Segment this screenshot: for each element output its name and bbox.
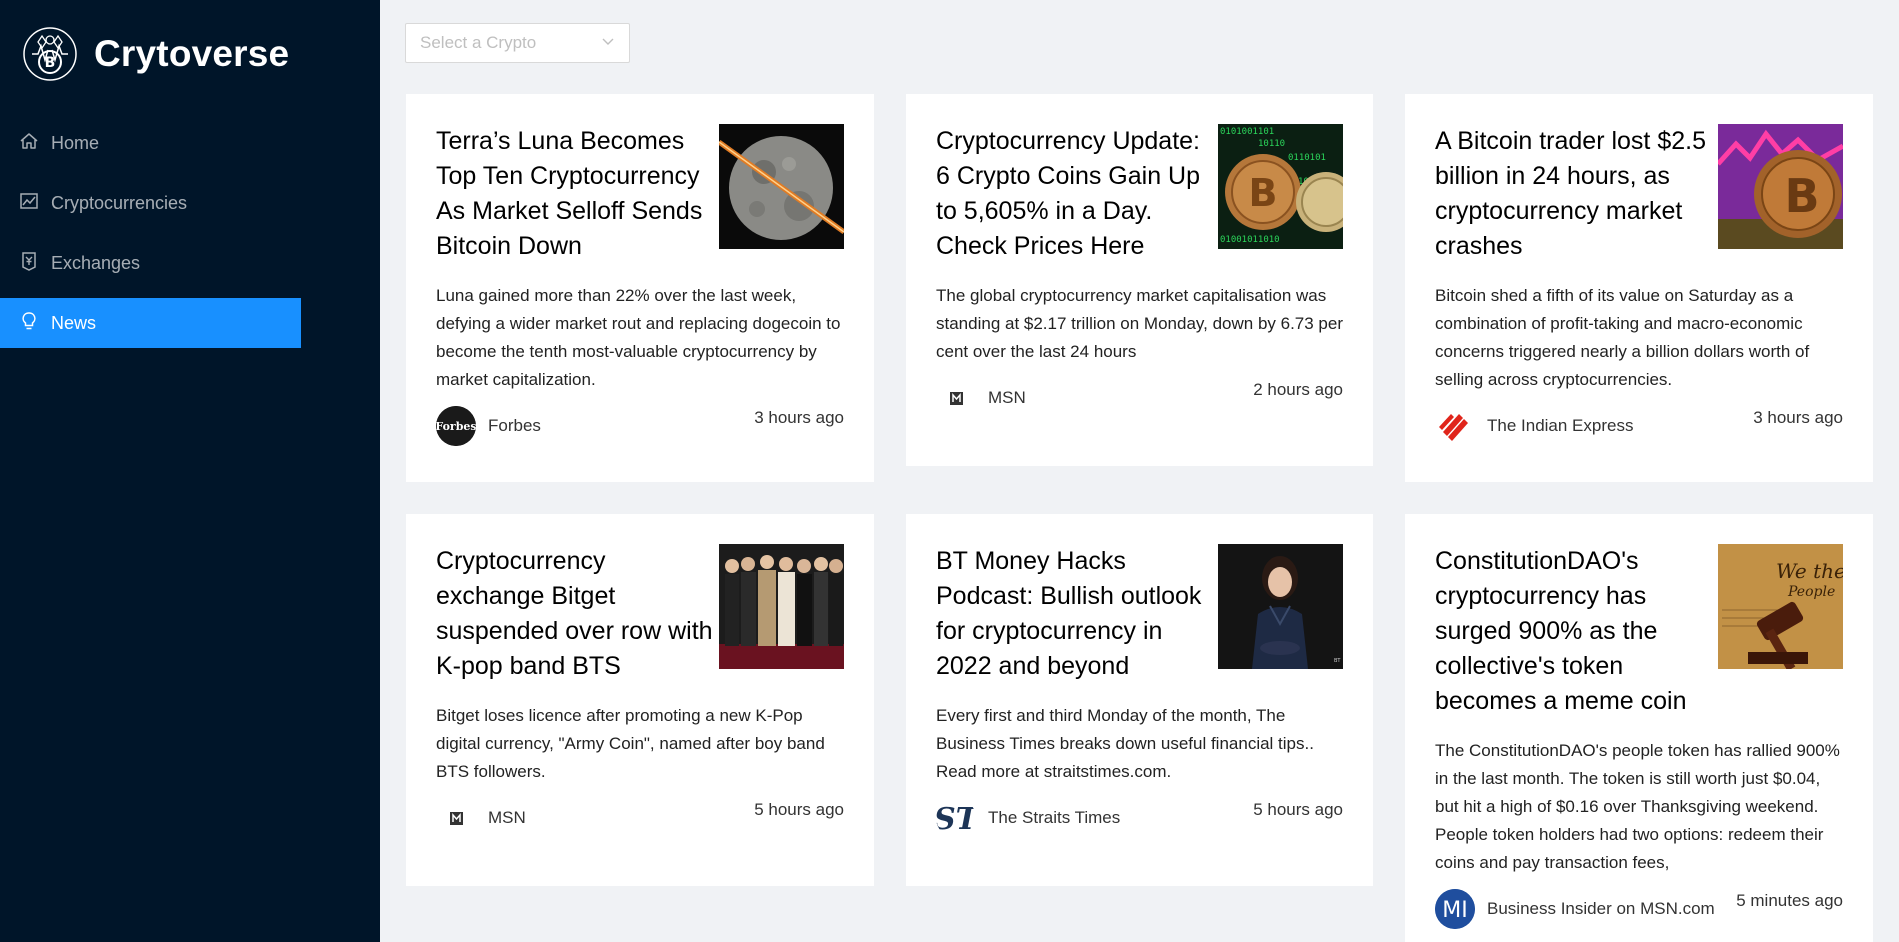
msn-avatar bbox=[436, 798, 476, 838]
chevron-down-icon bbox=[601, 33, 615, 53]
news-thumbnail: B bbox=[1718, 124, 1843, 249]
news-thumbnail bbox=[719, 124, 844, 249]
svg-text:We the: We the bbox=[1776, 559, 1843, 583]
menu-item-label: Cryptocurrencies bbox=[51, 192, 188, 213]
news-thumbnail: BT bbox=[1218, 544, 1343, 669]
news-card[interactable]: A Bitcoin trader lost $2.5 billion in 24… bbox=[1405, 94, 1873, 482]
news-thumbnail bbox=[719, 544, 844, 669]
svg-text:ST: ST bbox=[936, 802, 976, 837]
news-title[interactable]: Terra’s Luna Becomes Top Ten Cryptocurre… bbox=[436, 124, 718, 264]
news-title[interactable]: Cryptocurrency Update: 6 Crypto Coins Ga… bbox=[936, 124, 1218, 264]
news-description: The global cryptocurrency market capital… bbox=[936, 286, 1344, 361]
news-time: 2 hours ago bbox=[1253, 380, 1343, 399]
news-provider-name: The Indian Express bbox=[1487, 416, 1634, 435]
news-title[interactable]: Cryptocurrency exchange Bitget suspended… bbox=[436, 544, 718, 684]
business-insider-avatar: MI bbox=[1435, 889, 1475, 929]
svg-text:0101001101: 0101001101 bbox=[1220, 127, 1274, 137]
menu-item-news[interactable]: News bbox=[0, 298, 301, 348]
news-provider-name: Business Insider on MSN.com bbox=[1487, 899, 1715, 918]
crypto-logo-icon: B bbox=[22, 26, 78, 82]
news-card[interactable]: Cryptocurrency exchange Bitget suspended… bbox=[406, 514, 874, 886]
menu-item-exchanges[interactable]: Exchanges bbox=[0, 238, 301, 288]
news-provider-name: The Straits Times bbox=[988, 808, 1121, 827]
brand[interactable]: B Crytoverse bbox=[22, 26, 289, 82]
menu-item-label: News bbox=[51, 312, 97, 333]
news-card[interactable]: Terra’s Luna Becomes Top Ten Cryptocurre… bbox=[406, 94, 874, 482]
news-card[interactable]: Cryptocurrency Update: 6 Crypto Coins Ga… bbox=[906, 94, 1373, 466]
crypto-select-placeholder: Select a Crypto bbox=[420, 33, 537, 52]
news-title[interactable]: ConstitutionDAO's cryptocurrency has sur… bbox=[1435, 544, 1717, 719]
svg-text:People: People bbox=[1787, 584, 1835, 600]
crypto-select[interactable]: Select a Crypto bbox=[405, 23, 630, 63]
svg-text:B: B bbox=[1784, 169, 1819, 223]
news-provider-name: MSN bbox=[988, 388, 1026, 407]
nav-menu: Home Cryptocurrencies Exchanges News bbox=[0, 118, 301, 358]
brand-name: Crytoverse bbox=[94, 33, 290, 74]
news-card[interactable]: ConstitutionDAO's cryptocurrency has sur… bbox=[1405, 514, 1873, 942]
news-description: Bitget loses licence after promoting a n… bbox=[436, 706, 825, 781]
line-chart-icon bbox=[19, 191, 39, 216]
svg-text:B: B bbox=[1249, 171, 1278, 215]
news-time: 5 hours ago bbox=[1253, 800, 1343, 819]
news-time: 3 hours ago bbox=[754, 408, 844, 427]
svg-text:Forbes: Forbes bbox=[436, 420, 476, 433]
news-time: 5 minutes ago bbox=[1736, 891, 1843, 910]
news-description: Every first and third Monday of the mont… bbox=[936, 706, 1314, 781]
news-thumbnail: We the People bbox=[1718, 544, 1843, 669]
news-card[interactable]: BT Money Hacks Podcast: Bullish outlook … bbox=[906, 514, 1373, 886]
menu-item-cryptocurrencies[interactable]: Cryptocurrencies bbox=[0, 178, 301, 228]
news-description: Luna gained more than 22% over the last … bbox=[436, 286, 841, 389]
money-collect-icon bbox=[19, 251, 39, 276]
news-provider-name: Forbes bbox=[488, 416, 541, 435]
svg-text:MI: MI bbox=[1442, 898, 1467, 923]
msn-avatar bbox=[936, 378, 976, 418]
sidebar: B Crytoverse Home Cryptocurrencies Excha… bbox=[0, 0, 380, 942]
forbes-avatar: Forbes bbox=[436, 406, 476, 446]
main-content: Select a Crypto Terra’s Luna Becomes Top… bbox=[380, 0, 1899, 942]
svg-text:0110101: 0110101 bbox=[1288, 153, 1326, 163]
svg-text:10110: 10110 bbox=[1258, 139, 1285, 149]
news-time: 3 hours ago bbox=[1753, 408, 1843, 427]
news-description: The ConstitutionDAO's people token has r… bbox=[1435, 741, 1840, 872]
news-provider-name: MSN bbox=[488, 808, 526, 827]
indian-express-avatar bbox=[1435, 406, 1475, 446]
menu-item-label: Exchanges bbox=[51, 252, 141, 273]
bulb-icon bbox=[19, 311, 39, 336]
menu-item-label: Home bbox=[51, 132, 100, 153]
news-thumbnail: 010100110110110 01101011011 01001011010 … bbox=[1218, 124, 1343, 249]
news-time: 5 hours ago bbox=[754, 800, 844, 819]
home-icon bbox=[19, 131, 39, 156]
news-title[interactable]: BT Money Hacks Podcast: Bullish outlook … bbox=[936, 544, 1218, 684]
svg-text:01001011010: 01001011010 bbox=[1220, 235, 1280, 245]
menu-item-home[interactable]: Home bbox=[0, 118, 301, 168]
news-description: Bitcoin shed a fifth of its value on Sat… bbox=[1435, 286, 1810, 389]
news-title[interactable]: A Bitcoin trader lost $2.5 billion in 24… bbox=[1435, 124, 1717, 264]
straits-times-avatar: ST bbox=[936, 798, 976, 838]
svg-text:BT: BT bbox=[1334, 658, 1341, 664]
